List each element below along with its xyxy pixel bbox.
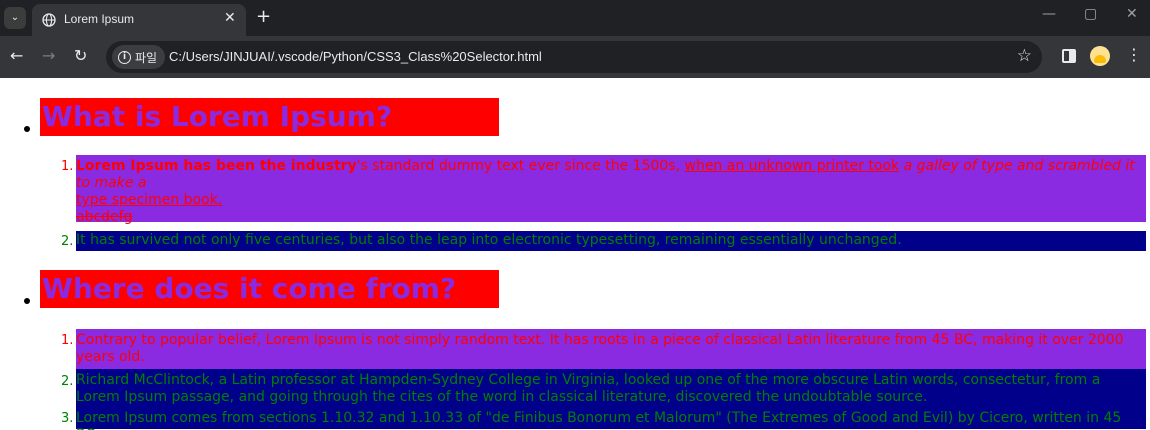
bold-text: Lorem Ipsum has been the industry bbox=[76, 158, 357, 174]
list-item: Contrary to popular belief, Lorem Ipsum … bbox=[76, 329, 1146, 369]
strikethrough-text: abcdefg bbox=[76, 209, 133, 225]
side-panel-icon[interactable] bbox=[1062, 49, 1076, 63]
list-number: 1. bbox=[61, 159, 74, 174]
list-number: 2. bbox=[61, 374, 74, 389]
star-icon[interactable]: ☆ bbox=[1017, 46, 1032, 66]
kebab-menu-icon[interactable]: ⋮ bbox=[1126, 46, 1142, 64]
maximize-button[interactable]: ▢ bbox=[1084, 6, 1097, 22]
section-heading: What is Lorem Ipsum? bbox=[40, 98, 499, 136]
plain-text: 's standard dummy text ever since the 15… bbox=[356, 158, 685, 174]
close-window-button[interactable]: ✕ bbox=[1126, 6, 1138, 22]
forward-button[interactable]: → bbox=[42, 46, 55, 65]
tab-strip: ⌄ Lorem Ipsum ✕ + — ▢ ✕ bbox=[0, 0, 1150, 36]
browser-tab[interactable]: Lorem Ipsum ✕ bbox=[32, 4, 246, 36]
list-item: Richard McClintock, a Latin professor at… bbox=[76, 369, 1146, 409]
underlined-text: when an unknown printer took bbox=[684, 158, 900, 174]
profile-avatar[interactable] bbox=[1090, 46, 1110, 66]
list-bullet bbox=[24, 298, 30, 304]
tab-search-icon[interactable]: ⌄ bbox=[4, 7, 26, 29]
minimize-button[interactable]: — bbox=[1042, 6, 1056, 22]
page-content: What is Lorem Ipsum? 1. Lorem Ipsum has … bbox=[0, 78, 1150, 430]
address-bar[interactable]: i 파일 C:/Users/JINJUAI/.vscode/Python/CSS… bbox=[106, 41, 1042, 73]
url-text[interactable]: C:/Users/JINJUAI/.vscode/Python/CSS3_Cla… bbox=[169, 49, 542, 64]
site-info-label: 파일 bbox=[135, 50, 158, 65]
list-item: It has survived not only five centuries,… bbox=[76, 231, 1146, 251]
list-number: 2. bbox=[61, 234, 74, 249]
list-bullet bbox=[24, 126, 30, 132]
info-icon: i bbox=[118, 50, 131, 64]
list-item: Lorem Ipsum comes from sections 1.10.32 … bbox=[76, 409, 1146, 430]
globe-icon bbox=[42, 13, 56, 27]
list-item: Lorem Ipsum has been the industry's stan… bbox=[76, 155, 1146, 225]
list-number: 3. bbox=[61, 411, 74, 426]
browser-toolbar: ← → ↻ i 파일 C:/Users/JINJUAI/.vscode/Pyth… bbox=[0, 36, 1150, 78]
back-button[interactable]: ← bbox=[10, 46, 23, 65]
tab-title: Lorem Ipsum bbox=[64, 12, 135, 26]
list-number: 1. bbox=[61, 333, 74, 348]
site-info-chip[interactable]: i 파일 bbox=[112, 45, 166, 69]
new-tab-button[interactable]: + bbox=[256, 6, 271, 27]
reload-button[interactable]: ↻ bbox=[74, 46, 87, 65]
section-heading: Where does it come from? bbox=[40, 270, 499, 308]
underlined-text: type specimen book. bbox=[76, 192, 223, 208]
tab-close-icon[interactable]: ✕ bbox=[224, 10, 236, 26]
